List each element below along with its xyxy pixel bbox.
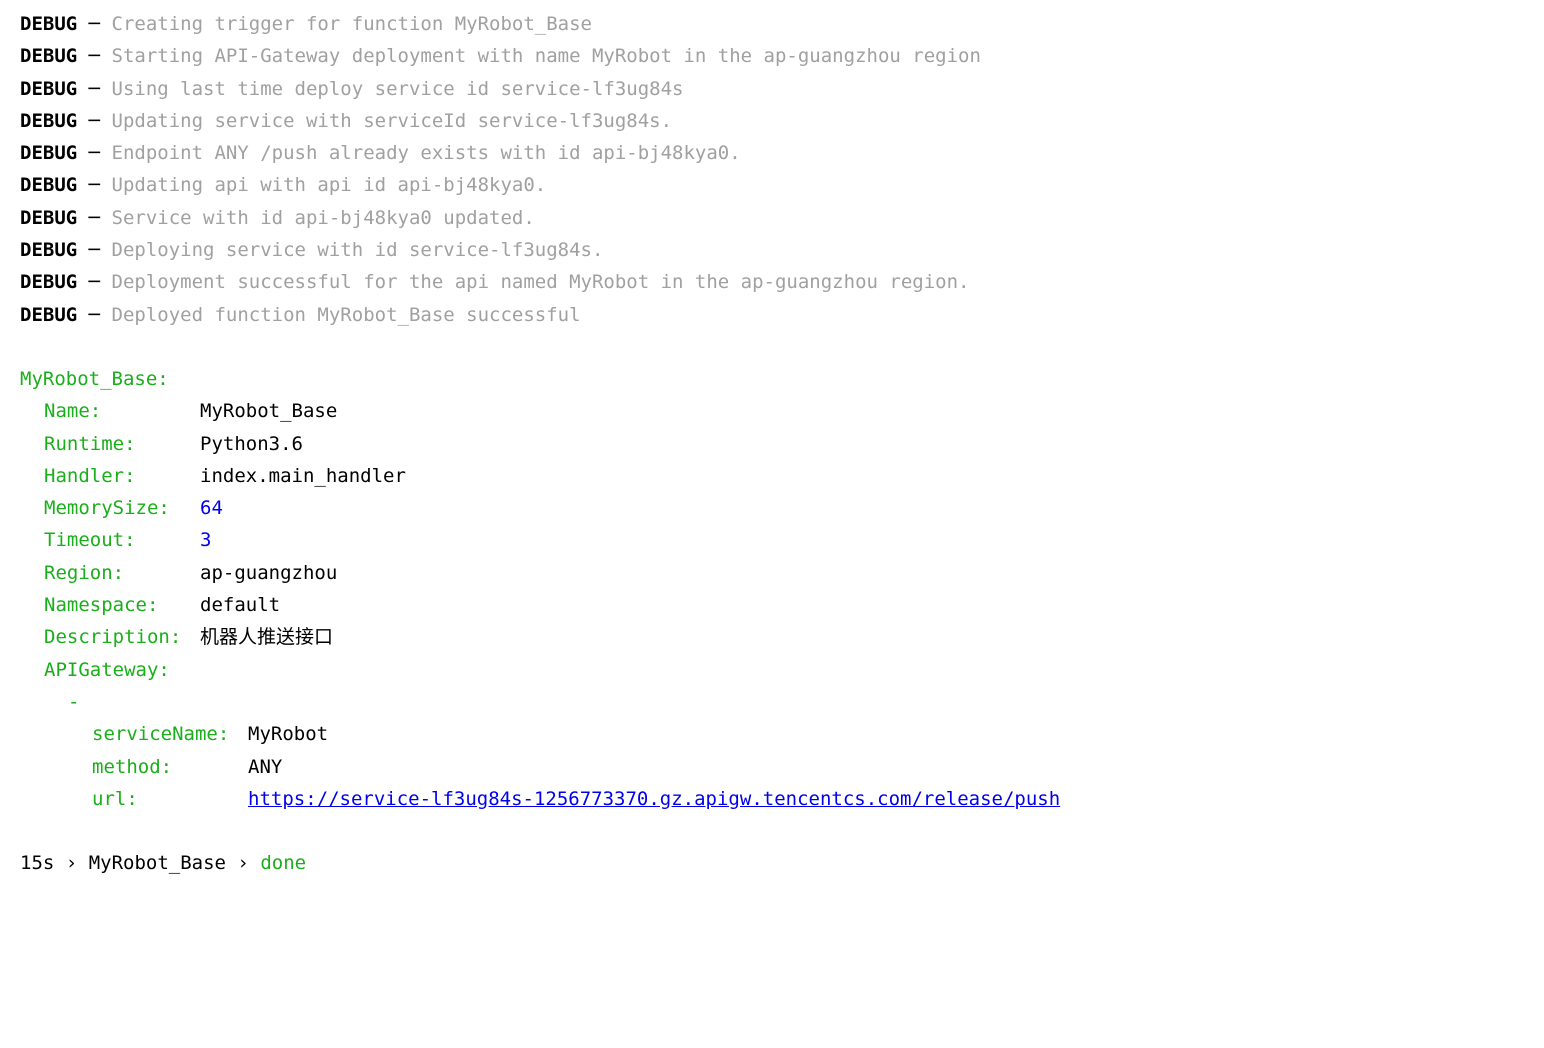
handler-value: index.main_handler	[200, 460, 406, 492]
dash-icon: ─	[89, 110, 112, 132]
separator-icon: ›	[66, 852, 77, 874]
debug-line: DEBUG ─ Deployed function MyRobot_Base s…	[20, 299, 1524, 331]
servicename-key: serviceName:	[92, 718, 248, 750]
debug-line: DEBUG ─ Creating trigger for function My…	[20, 8, 1524, 40]
debug-label: DEBUG	[20, 13, 89, 35]
kv-memorysize: MemorySize: 64	[20, 492, 1524, 524]
separator-icon: ›	[237, 852, 248, 874]
debug-label: DEBUG	[20, 174, 89, 196]
dash-icon: ─	[89, 239, 112, 261]
name-value: MyRobot_Base	[200, 395, 337, 427]
namespace-value: default	[200, 589, 280, 621]
handler-key: Handler:	[44, 460, 200, 492]
timeout-key: Timeout:	[44, 524, 200, 556]
dash-icon: -	[68, 686, 79, 718]
memorysize-key: MemorySize:	[44, 492, 200, 524]
status-time: 15s	[20, 852, 54, 874]
debug-message: Endpoint ANY /push already exists with i…	[112, 142, 741, 164]
status-line: 15s › MyRobot_Base › done	[20, 847, 1524, 879]
debug-line: DEBUG ─ Starting API-Gateway deployment …	[20, 40, 1524, 72]
debug-line: DEBUG ─ Endpoint ANY /push already exist…	[20, 137, 1524, 169]
debug-message: Using last time deploy service id servic…	[112, 78, 684, 100]
dash-icon: ─	[89, 304, 112, 326]
dash-icon: ─	[89, 271, 112, 293]
method-key: method:	[92, 751, 248, 783]
debug-message: Deployment successful for the api named …	[112, 271, 970, 293]
runtime-key: Runtime:	[44, 428, 200, 460]
description-value: 机器人推送接口	[200, 621, 333, 653]
debug-line: DEBUG ─ Deployment successful for the ap…	[20, 266, 1524, 298]
dash-icon: ─	[89, 78, 112, 100]
region-key: Region:	[44, 557, 200, 589]
dash-icon: ─	[89, 142, 112, 164]
dash-icon: ─	[89, 13, 112, 35]
debug-lines: DEBUG ─ Creating trigger for function My…	[20, 8, 1524, 331]
kv-timeout: Timeout: 3	[20, 524, 1524, 556]
kv-servicename: serviceName: MyRobot	[20, 718, 1524, 750]
terminal-output: DEBUG ─ Creating trigger for function My…	[20, 8, 1524, 879]
debug-message: Deployed function MyRobot_Base successfu…	[112, 304, 581, 326]
description-key: Description:	[44, 621, 200, 653]
kv-region: Region: ap-guangzhou	[20, 557, 1524, 589]
namespace-key: Namespace:	[44, 589, 200, 621]
dash-icon: ─	[89, 45, 112, 67]
debug-label: DEBUG	[20, 239, 89, 261]
debug-message: Creating trigger for function MyRobot_Ba…	[112, 13, 592, 35]
servicename-value: MyRobot	[248, 718, 328, 750]
url-key: url:	[92, 783, 248, 815]
runtime-value: Python3.6	[200, 428, 303, 460]
debug-line: DEBUG ─ Updating service with serviceId …	[20, 105, 1524, 137]
apigateway-key: APIGateway:	[44, 654, 170, 686]
debug-label: DEBUG	[20, 207, 89, 229]
debug-message: Updating api with api id api-bj48kya0.	[112, 174, 547, 196]
dash-icon: ─	[89, 207, 112, 229]
timeout-value: 3	[200, 524, 211, 556]
status-name: MyRobot_Base	[89, 852, 226, 874]
kv-name: Name: MyRobot_Base	[20, 395, 1524, 427]
kv-namespace: Namespace: default	[20, 589, 1524, 621]
kv-apigateway: APIGateway:	[20, 654, 1524, 686]
kv-handler: Handler: index.main_handler	[20, 460, 1524, 492]
debug-message: Service with id api-bj48kya0 updated.	[112, 207, 535, 229]
output-header: MyRobot_Base:	[20, 363, 1524, 395]
kv-runtime: Runtime: Python3.6	[20, 428, 1524, 460]
kv-description: Description: 机器人推送接口	[20, 621, 1524, 653]
debug-label: DEBUG	[20, 142, 89, 164]
memorysize-value: 64	[200, 492, 223, 524]
region-value: ap-guangzhou	[200, 557, 337, 589]
debug-label: DEBUG	[20, 304, 89, 326]
debug-line: DEBUG ─ Updating api with api id api-bj4…	[20, 169, 1524, 201]
debug-message: Updating service with serviceId service-…	[112, 110, 673, 132]
debug-line: DEBUG ─ Service with id api-bj48kya0 upd…	[20, 202, 1524, 234]
status-done: done	[260, 852, 306, 874]
kv-url: url: https://service-lf3ug84s-1256773370…	[20, 783, 1524, 815]
debug-line: DEBUG ─ Using last time deploy service i…	[20, 73, 1524, 105]
dash-icon: ─	[89, 174, 112, 196]
name-key: Name:	[44, 395, 200, 427]
url-link[interactable]: https://service-lf3ug84s-1256773370.gz.a…	[248, 783, 1060, 815]
debug-label: DEBUG	[20, 271, 89, 293]
kv-method: method: ANY	[20, 751, 1524, 783]
debug-label: DEBUG	[20, 110, 89, 132]
debug-label: DEBUG	[20, 45, 89, 67]
debug-message: Deploying service with id service-lf3ug8…	[112, 239, 604, 261]
debug-label: DEBUG	[20, 78, 89, 100]
debug-line: DEBUG ─ Deploying service with id servic…	[20, 234, 1524, 266]
list-dash: -	[20, 686, 1524, 718]
method-value: ANY	[248, 751, 282, 783]
debug-message: Starting API-Gateway deployment with nam…	[112, 45, 981, 67]
